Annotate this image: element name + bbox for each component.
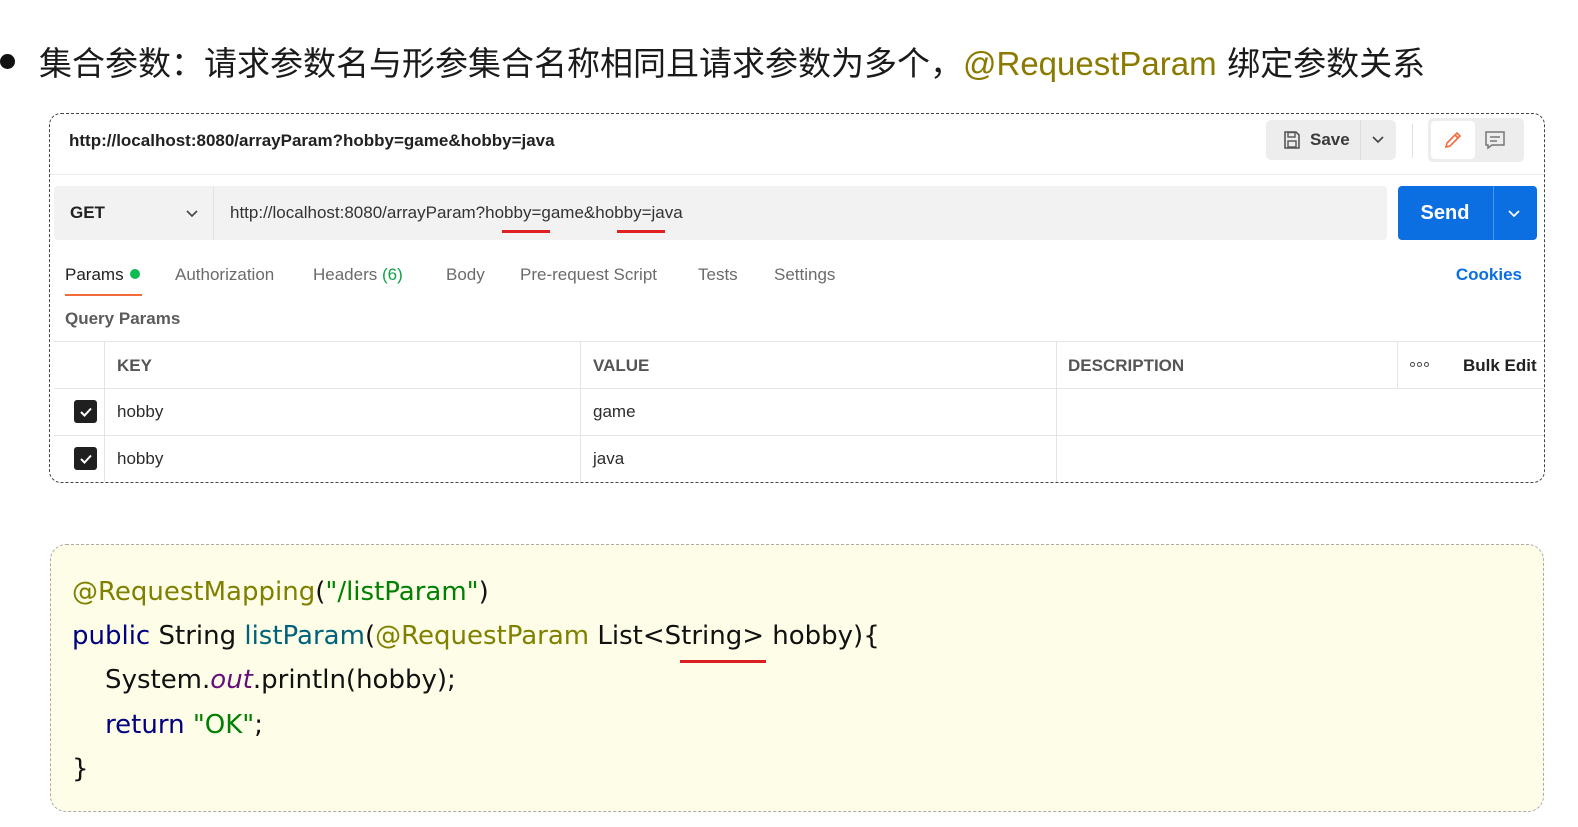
method-select[interactable]: GET <box>54 186 214 240</box>
save-icon <box>1284 131 1300 149</box>
code-annotation: @RequestMapping <box>72 577 316 607</box>
table-row: hobby game <box>54 389 1544 436</box>
save-label: Save <box>1310 130 1350 149</box>
bullet-point <box>0 53 15 69</box>
code-keyword: public <box>72 621 151 651</box>
tab-authorization[interactable]: Authorization <box>175 265 274 285</box>
tab-params[interactable]: Params <box>65 265 140 285</box>
url-input[interactable]: http://localhost:8080/arrayParam?hobby=g… <box>230 203 683 223</box>
value-cell[interactable]: game <box>580 389 1056 435</box>
bulk-edit-button[interactable]: Bulk Edit <box>1463 356 1537 376</box>
code-text: ; <box>254 710 264 740</box>
tab-settings[interactable]: Settings <box>774 265 835 285</box>
key-value: hobby <box>117 402 164 421</box>
column-divider <box>1397 342 1398 388</box>
cookies-link[interactable]: Cookies <box>1456 265 1522 285</box>
save-button[interactable]: Save <box>1266 120 1396 160</box>
row-checkbox[interactable] <box>74 400 97 423</box>
code-line-4: return "OK"; <box>72 710 263 740</box>
query-params-title: Query Params <box>65 309 181 328</box>
annotation-underline <box>502 230 550 233</box>
heading-text-before: 集合参数：请求参数名与形参集合名称相同且请求参数为多个， <box>39 44 963 83</box>
headers-count: (6) <box>382 265 403 284</box>
value-value: java <box>593 449 625 468</box>
value-header: VALUE <box>593 356 650 375</box>
key-column-header: KEY <box>104 342 580 388</box>
request-url-bar: GET http://localhost:8080/arrayParam?hob… <box>54 186 1387 240</box>
edit-button[interactable] <box>1431 121 1475 159</box>
slide-heading: 集合参数：请求参数名与形参集合名称相同且请求参数为多个，@RequestPara… <box>0 36 1425 86</box>
params-active-dot <box>129 269 140 279</box>
key-cell[interactable]: hobby <box>104 389 580 435</box>
code-paren: ( <box>315 577 326 607</box>
tab-headers[interactable]: Headers (6) <box>313 265 403 285</box>
code-string: "/listParam" <box>325 577 479 607</box>
key-value: hobby <box>117 449 164 468</box>
code-method-name: listParam <box>244 621 365 651</box>
chevron-down-icon[interactable] <box>1370 131 1386 147</box>
heading-text-after: 绑定参数关系 <box>1216 44 1426 83</box>
value-cell[interactable]: java <box>580 436 1056 482</box>
value-value: game <box>593 402 636 421</box>
code-annotation: @RequestParam <box>375 621 590 651</box>
key-cell[interactable]: hobby <box>104 436 580 482</box>
postman-request-panel: http://localhost:8080/arrayParam?hobby=g… <box>49 113 1545 483</box>
tab-headers-label: Headers <box>313 265 378 284</box>
code-paren: ( <box>364 621 376 651</box>
description-header: DESCRIPTION <box>1068 356 1185 375</box>
pencil-icon <box>1444 131 1462 149</box>
code-text: } <box>72 754 89 784</box>
code-line-2: public String listParam(@RequestParam Li… <box>72 621 880 651</box>
request-tabs: Params Authorization Headers (6) Body Pr… <box>50 262 1544 302</box>
send-label: Send <box>1420 202 1470 224</box>
tab-tests[interactable]: Tests <box>698 265 738 285</box>
description-cell[interactable] <box>1056 389 1544 435</box>
tab-pre-request-script[interactable]: Pre-request Script <box>520 265 657 285</box>
row-checkbox[interactable] <box>74 447 97 470</box>
annotation-underline <box>617 230 665 233</box>
code-string: "OK" <box>192 710 255 740</box>
value-column-header: VALUE <box>580 342 1056 388</box>
key-header: KEY <box>117 356 152 375</box>
send-button[interactable]: Send <box>1398 186 1537 240</box>
chevron-down-icon[interactable] <box>1506 205 1522 221</box>
more-options-icon[interactable] <box>1410 362 1429 367</box>
method-label: GET <box>70 203 105 222</box>
code-params: List<String> hobby){ <box>589 621 880 651</box>
description-cell[interactable] <box>1056 436 1544 482</box>
code-text: .println(hobby); <box>252 665 456 695</box>
annotation-underline <box>680 660 766 663</box>
heading-highlight: @RequestParam <box>963 45 1217 82</box>
table-header-row: KEY VALUE DESCRIPTION Bulk Edit <box>54 342 1544 389</box>
chevron-down-icon <box>186 210 198 218</box>
checkmark-icon <box>79 407 92 417</box>
save-divider <box>1360 120 1361 160</box>
checkmark-icon <box>79 454 92 464</box>
comment-icon[interactable] <box>1483 128 1507 152</box>
tab-body[interactable]: Body <box>446 265 485 285</box>
code-line-1: @RequestMapping("/listParam") <box>72 577 489 607</box>
code-keyword: return <box>105 710 185 740</box>
table-row: hobby java <box>54 436 1544 482</box>
code-paren: ) <box>478 577 489 607</box>
heading-text: 集合参数：请求参数名与形参集合名称相同且请求参数为多个，@RequestPara… <box>39 37 1425 85</box>
active-tab-indicator <box>65 294 142 296</box>
code-type: String <box>150 621 245 651</box>
code-snippet: @RequestMapping("/listParam") public Str… <box>50 544 1544 812</box>
send-divider <box>1493 186 1494 240</box>
code-line-5: } <box>72 754 89 784</box>
request-title[interactable]: http://localhost:8080/arrayParam?hobby=g… <box>69 131 555 151</box>
tab-params-label: Params <box>65 265 124 284</box>
code-line-3: System.out.println(hobby); <box>72 665 456 695</box>
toolbar-divider <box>1412 124 1413 158</box>
view-toggle-group <box>1428 118 1524 162</box>
code-field: out <box>210 665 253 695</box>
request-title-bar: http://localhost:8080/arrayParam?hobby=g… <box>50 114 1544 175</box>
query-params-table: KEY VALUE DESCRIPTION Bulk Edit hobby ga… <box>54 341 1544 482</box>
description-column-header: DESCRIPTION <box>1056 342 1397 388</box>
code-text: System. <box>72 665 211 695</box>
